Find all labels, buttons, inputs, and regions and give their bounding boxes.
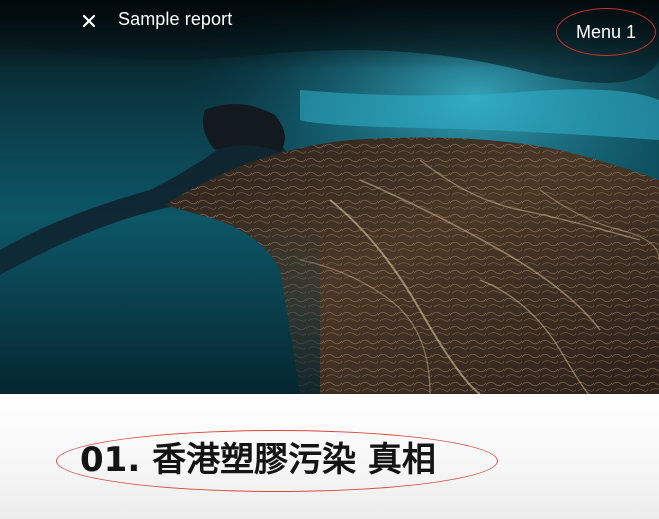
- section-heading: 01. 香港塑膠污染 真相: [80, 440, 436, 480]
- close-button[interactable]: [76, 8, 102, 34]
- menu-button[interactable]: Menu 1: [556, 8, 656, 56]
- top-bar: Sample report Menu 1: [0, 0, 659, 60]
- report-page: Sample report Menu 1 01. 香港塑膠污染 真相: [0, 0, 659, 519]
- menu-label: Menu 1: [575, 21, 637, 42]
- section-intro: 01. 香港塑膠污染 真相: [0, 394, 659, 519]
- report-title: Sample report: [118, 9, 233, 29]
- close-icon: [82, 14, 96, 28]
